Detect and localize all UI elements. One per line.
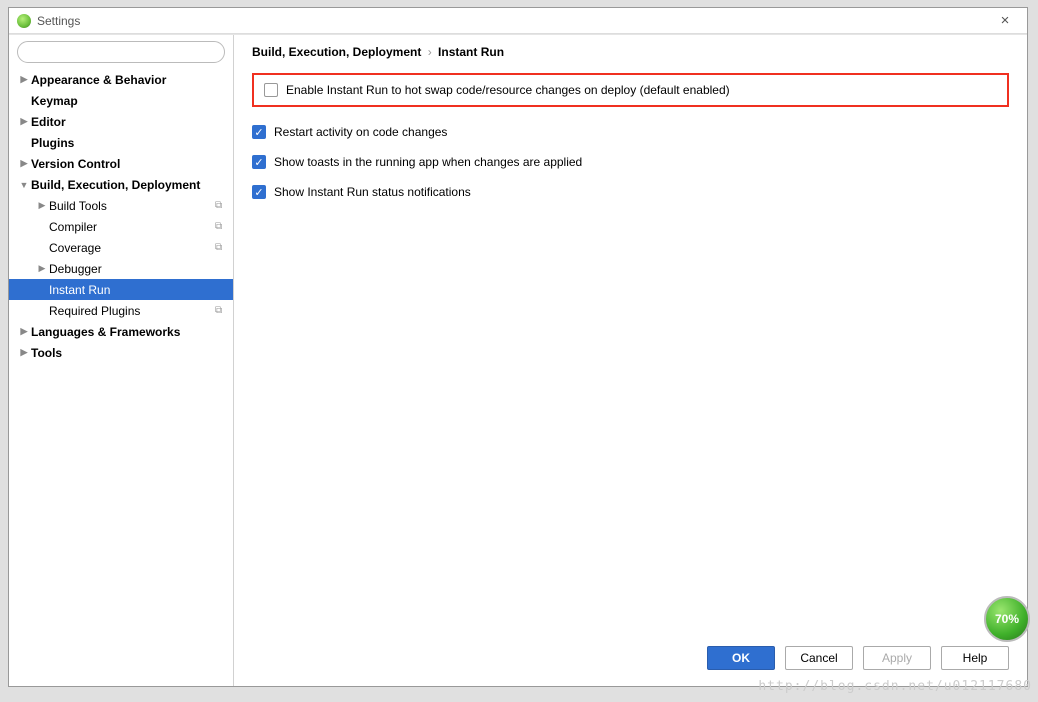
sidebar-item[interactable]: ▶Version Control: [9, 153, 233, 174]
sidebar-item[interactable]: ▼Build, Execution, Deployment: [9, 174, 233, 195]
sidebar-item-label: Instant Run: [49, 283, 110, 297]
main-panel: Build, Execution, Deployment › Instant R…: [234, 35, 1027, 686]
arrow-icon: ▶: [17, 74, 31, 85]
sidebar-item[interactable]: Instant Run: [9, 279, 233, 300]
sidebar-item-label: Editor: [31, 115, 66, 129]
search-input[interactable]: [17, 41, 225, 63]
highlight-box: Enable Instant Run to hot swap code/reso…: [252, 73, 1009, 107]
sidebar-item[interactable]: ▶Languages & Frameworks: [9, 321, 233, 342]
cancel-button[interactable]: Cancel: [785, 646, 853, 670]
progress-badge: 70%: [984, 596, 1030, 642]
sidebar-item-label: Build Tools: [49, 199, 107, 213]
titlebar: Settings ×: [9, 8, 1027, 34]
copy-icon: ⧉: [215, 242, 227, 254]
option-toasts-label: Show toasts in the running app when chan…: [274, 155, 582, 169]
copy-icon: ⧉: [215, 305, 227, 317]
body: ▶Appearance & BehaviorKeymap▶EditorPlugi…: [9, 34, 1027, 686]
sidebar-item[interactable]: ▶Build Tools ⧉: [9, 195, 233, 216]
checkbox-status[interactable]: ✓: [252, 185, 266, 199]
chevron-right-icon: ›: [428, 45, 432, 59]
close-icon[interactable]: ×: [991, 12, 1019, 29]
sidebar-item[interactable]: Coverage ⧉: [9, 237, 233, 258]
sidebar-item[interactable]: ▶Appearance & Behavior: [9, 69, 233, 90]
sidebar-item-label: Tools: [31, 346, 62, 360]
arrow-icon: ▶: [17, 158, 31, 169]
window-title: Settings: [37, 14, 80, 28]
sidebar-item[interactable]: Plugins: [9, 132, 233, 153]
ok-button[interactable]: OK: [707, 646, 775, 670]
arrow-icon: ▶: [17, 116, 31, 127]
checkbox-restart[interactable]: ✓: [252, 125, 266, 139]
sidebar-item[interactable]: ▶Debugger: [9, 258, 233, 279]
sidebar-item-label: Version Control: [31, 157, 120, 171]
option-restart-label: Restart activity on code changes: [274, 125, 447, 139]
sidebar-item[interactable]: ▶Tools: [9, 342, 233, 363]
arrow-icon: ▶: [17, 347, 31, 358]
checkbox-toasts[interactable]: ✓: [252, 155, 266, 169]
settings-window: Settings × ▶Appearance & BehaviorKeymap▶…: [8, 7, 1028, 687]
watermark: http://blog.csdn.net/u012117680: [758, 679, 1032, 694]
breadcrumb-parent: Build, Execution, Deployment: [252, 45, 421, 59]
search-wrap: [9, 41, 233, 69]
apply-button[interactable]: Apply: [863, 646, 931, 670]
arrow-icon: ▶: [17, 326, 31, 337]
settings-tree: ▶Appearance & BehaviorKeymap▶EditorPlugi…: [9, 69, 233, 363]
sidebar-item-label: Build, Execution, Deployment: [31, 178, 200, 192]
sidebar-item-label: Compiler: [49, 220, 97, 234]
sidebar-item[interactable]: Keymap: [9, 90, 233, 111]
copy-icon: ⧉: [215, 221, 227, 233]
sidebar-item[interactable]: Required Plugins ⧉: [9, 300, 233, 321]
option-status-label: Show Instant Run status notifications: [274, 185, 471, 199]
sidebar-item-label: Appearance & Behavior: [31, 73, 166, 87]
breadcrumb: Build, Execution, Deployment › Instant R…: [252, 45, 1009, 59]
sidebar-item-label: Coverage: [49, 241, 101, 255]
sidebar-item-label: Keymap: [31, 94, 78, 108]
arrow-icon: ▶: [35, 263, 49, 274]
sidebar-item-label: Languages & Frameworks: [31, 325, 180, 339]
option-enable[interactable]: Enable Instant Run to hot swap code/reso…: [264, 83, 997, 97]
copy-icon: ⧉: [215, 200, 227, 212]
sidebar-item-label: Required Plugins: [49, 304, 140, 318]
sidebar-item-label: Plugins: [31, 136, 74, 150]
arrow-icon: ▼: [17, 180, 31, 190]
option-restart[interactable]: ✓ Restart activity on code changes: [252, 125, 1009, 139]
sidebar-item[interactable]: Compiler ⧉: [9, 216, 233, 237]
sidebar-item[interactable]: ▶Editor: [9, 111, 233, 132]
option-enable-label: Enable Instant Run to hot swap code/reso…: [286, 83, 730, 97]
app-logo-icon: [17, 14, 31, 28]
help-button[interactable]: Help: [941, 646, 1009, 670]
sidebar-item-label: Debugger: [49, 262, 102, 276]
breadcrumb-current: Instant Run: [438, 45, 504, 59]
option-toasts[interactable]: ✓ Show toasts in the running app when ch…: [252, 155, 1009, 169]
checkbox-enable[interactable]: [264, 83, 278, 97]
option-status[interactable]: ✓ Show Instant Run status notifications: [252, 185, 1009, 199]
sidebar: ▶Appearance & BehaviorKeymap▶EditorPlugi…: [9, 35, 234, 686]
arrow-icon: ▶: [35, 200, 49, 211]
